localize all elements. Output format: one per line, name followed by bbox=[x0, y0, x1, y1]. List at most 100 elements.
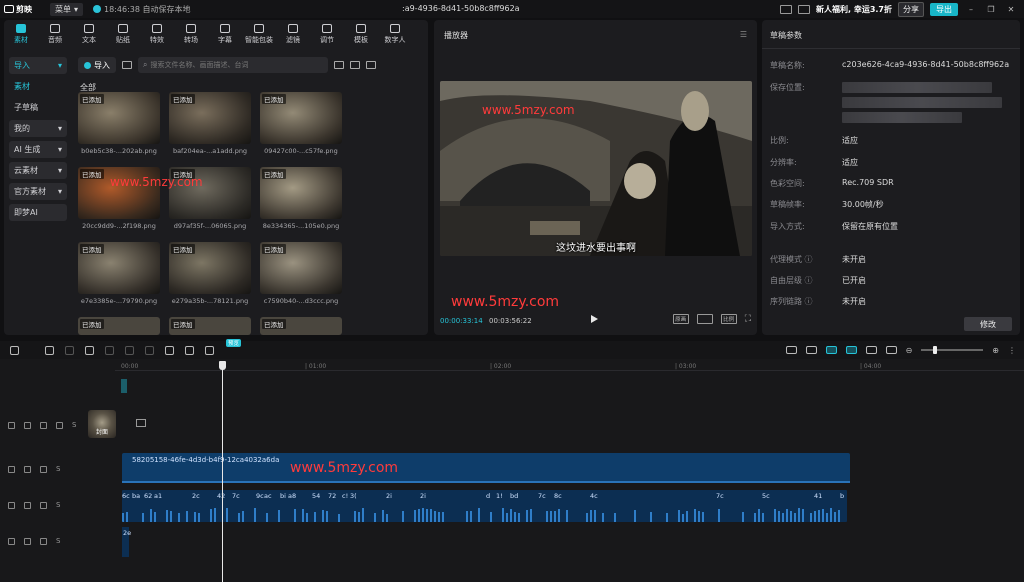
media-thumbnail[interactable]: 已添加 bbox=[169, 317, 251, 335]
grid-view-icon[interactable] bbox=[122, 61, 132, 69]
subtitle-clip-label[interactable]: 2c bbox=[192, 492, 200, 500]
list-view-icon[interactable] bbox=[334, 61, 344, 69]
search-box[interactable]: ⌕ bbox=[138, 57, 328, 73]
main-video-clip[interactable]: 58205158-46fe-4d3d-b4f9-12ca4032a6da bbox=[122, 453, 850, 483]
volume-icon[interactable] bbox=[40, 501, 47, 509]
volume-icon[interactable] bbox=[40, 465, 47, 473]
tab-adjust[interactable]: 调节 bbox=[310, 20, 344, 48]
import-button[interactable]: 导入 bbox=[78, 57, 116, 73]
tab-subtitle[interactable]: 字幕 bbox=[208, 20, 242, 48]
subtitle-clip-label[interactable]: a1 bbox=[154, 492, 162, 500]
fullscreen-icon[interactable]: ⛶ bbox=[745, 314, 751, 324]
volume-icon[interactable] bbox=[40, 537, 47, 545]
subtitle-edit-icon[interactable] bbox=[205, 345, 214, 355]
caption-icon[interactable] bbox=[885, 346, 897, 354]
delete-icon[interactable] bbox=[145, 345, 154, 355]
split-right-icon[interactable] bbox=[125, 345, 134, 355]
subtitle-clip-label[interactable]: d bbox=[486, 492, 490, 500]
subtitle-clip-label[interactable]: 72 bbox=[328, 492, 336, 500]
subtitle-clip-label[interactable]: b bbox=[840, 492, 844, 500]
promo-banner[interactable]: 新人福利, 幸运3.7折 bbox=[816, 4, 892, 15]
undo-icon[interactable] bbox=[45, 345, 54, 355]
subtitle-clip-label[interactable]: 7c bbox=[716, 492, 724, 500]
zoom-in-icon[interactable]: ⊕ bbox=[992, 346, 999, 355]
video-preview[interactable]: www.5mzy.com 这坟进水要出事啊 bbox=[440, 81, 752, 256]
tab-filter[interactable]: 滤镜 bbox=[276, 20, 310, 48]
keyboard-icon[interactable] bbox=[780, 4, 792, 14]
lock-icon[interactable] bbox=[24, 465, 31, 473]
tab-avatar[interactable]: 数字人 bbox=[378, 20, 412, 48]
sidenav-item-3[interactable]: 我的 ▾ bbox=[9, 120, 67, 137]
media-thumbnail[interactable]: 已添加 b0eb5c38-...202ab.png bbox=[78, 92, 160, 155]
zoom-knob[interactable] bbox=[933, 346, 938, 354]
tab-sticker[interactable]: 贴纸 bbox=[106, 20, 140, 48]
subtitle-clip-label[interactable]: 8c bbox=[554, 492, 562, 500]
sidenav-item-5[interactable]: 云素材 ▾ bbox=[9, 162, 67, 179]
crop-icon[interactable] bbox=[185, 345, 194, 355]
redo-icon[interactable] bbox=[65, 345, 74, 355]
marker-clip[interactable] bbox=[121, 379, 127, 393]
subtitle-clip-label[interactable]: 2i bbox=[420, 492, 426, 500]
media-thumbnail[interactable]: 已添加 bbox=[260, 317, 342, 335]
media-thumbnail[interactable]: 已添加 09427c00-...c57fe.png bbox=[260, 92, 342, 155]
sfx-clip[interactable]: 2e bbox=[122, 527, 131, 557]
close-icon[interactable]: ✕ bbox=[1004, 5, 1018, 14]
media-thumbnail[interactable]: 已添加 e279a35b-...78121.png bbox=[169, 242, 251, 305]
sidenav-item-6[interactable]: 官方素材 ▾ bbox=[9, 183, 67, 200]
tab-transition[interactable]: 转场 bbox=[174, 20, 208, 48]
layout-icon[interactable] bbox=[798, 4, 810, 14]
subtitle-track[interactable]: 6cba62a12c427c9cacbia85472c!3(2i2id1!bd7… bbox=[122, 490, 847, 522]
media-thumbnail[interactable]: 已添加 c7590b40-...d3ccc.png bbox=[260, 242, 342, 305]
menu-button[interactable]: 菜单 ▾ bbox=[50, 2, 84, 16]
tab-text[interactable]: 文本 bbox=[72, 20, 106, 48]
subtitle-clip-label[interactable]: bi bbox=[280, 492, 286, 500]
cursor-icon[interactable] bbox=[10, 345, 19, 355]
sidenav-item-7[interactable]: 即梦AI bbox=[9, 204, 67, 221]
media-thumbnail[interactable]: 已添加 8e334365-...105e0.png bbox=[260, 167, 342, 230]
minimize-icon[interactable]: – bbox=[964, 5, 978, 14]
tab-effects[interactable]: 特效 bbox=[140, 20, 174, 48]
hamburger-icon[interactable]: ☰ bbox=[740, 30, 747, 39]
subtitle-clip-label[interactable]: 5c bbox=[762, 492, 770, 500]
subtitle-clip-label[interactable]: 2i bbox=[386, 492, 392, 500]
tab-smart-pack[interactable]: 智能包装 bbox=[242, 20, 276, 48]
play-icon[interactable] bbox=[591, 315, 598, 323]
filter-icon[interactable] bbox=[366, 61, 376, 69]
zoom-out-icon[interactable]: ⊖ bbox=[906, 346, 913, 355]
shield-icon[interactable] bbox=[165, 345, 174, 355]
subtitle-clip-label[interactable]: a8 bbox=[288, 492, 296, 500]
subtitle-clip-label[interactable]: 62 bbox=[144, 492, 152, 500]
media-thumbnail[interactable]: 已添加 baf204ea-...a1add.png bbox=[169, 92, 251, 155]
modify-button[interactable]: 修改 bbox=[964, 317, 1012, 331]
subtitle-clip-label[interactable]: c! bbox=[342, 492, 348, 500]
tab-audio[interactable]: 音频 bbox=[38, 20, 72, 48]
preview-axis-icon[interactable] bbox=[865, 346, 877, 354]
original-quality-button[interactable]: 原画 bbox=[672, 314, 689, 324]
screenshot-icon[interactable] bbox=[696, 314, 713, 324]
restore-icon[interactable]: ❐ bbox=[984, 5, 998, 14]
sidenav-item-1[interactable]: 素材 bbox=[9, 78, 67, 95]
lock-icon[interactable] bbox=[24, 421, 31, 429]
subtitle-clip-label[interactable]: ac bbox=[264, 492, 272, 500]
subtitle-clip-label[interactable]: bd bbox=[510, 492, 518, 500]
zoom-slider[interactable] bbox=[921, 346, 984, 354]
tab-template[interactable]: 模板 bbox=[344, 20, 378, 48]
linkage-icon[interactable] bbox=[845, 346, 857, 354]
subtitle-clip-label[interactable]: 54 bbox=[312, 492, 320, 500]
cover-thumbnail[interactable]: 封面 bbox=[88, 410, 116, 438]
subtitle-clip-label[interactable]: 1! bbox=[496, 492, 503, 500]
lock-icon[interactable] bbox=[24, 537, 31, 545]
magnet-icon[interactable] bbox=[825, 346, 837, 354]
subtitle-clip-label[interactable]: 4c bbox=[590, 492, 598, 500]
aspect-ratio-button[interactable]: 比例 bbox=[720, 314, 737, 324]
subtitle-clip-label[interactable]: 41 bbox=[814, 492, 822, 500]
link-icon[interactable] bbox=[805, 346, 817, 354]
timeline[interactable]: 00:00 | 01:00 | 02:00 | 03:00 | 04:00 S S S S 封… bbox=[0, 359, 1024, 582]
microphone-icon[interactable] bbox=[785, 346, 797, 354]
lock-icon[interactable] bbox=[24, 501, 31, 509]
playhead[interactable] bbox=[222, 362, 223, 582]
subtitle-clip-label[interactable]: 7c bbox=[538, 492, 546, 500]
media-thumbnail[interactable]: 已添加 e7e3385e-...79790.png bbox=[78, 242, 160, 305]
subtitle-clip-label[interactable]: 7c bbox=[232, 492, 240, 500]
share-button[interactable]: 分享 bbox=[898, 1, 924, 17]
